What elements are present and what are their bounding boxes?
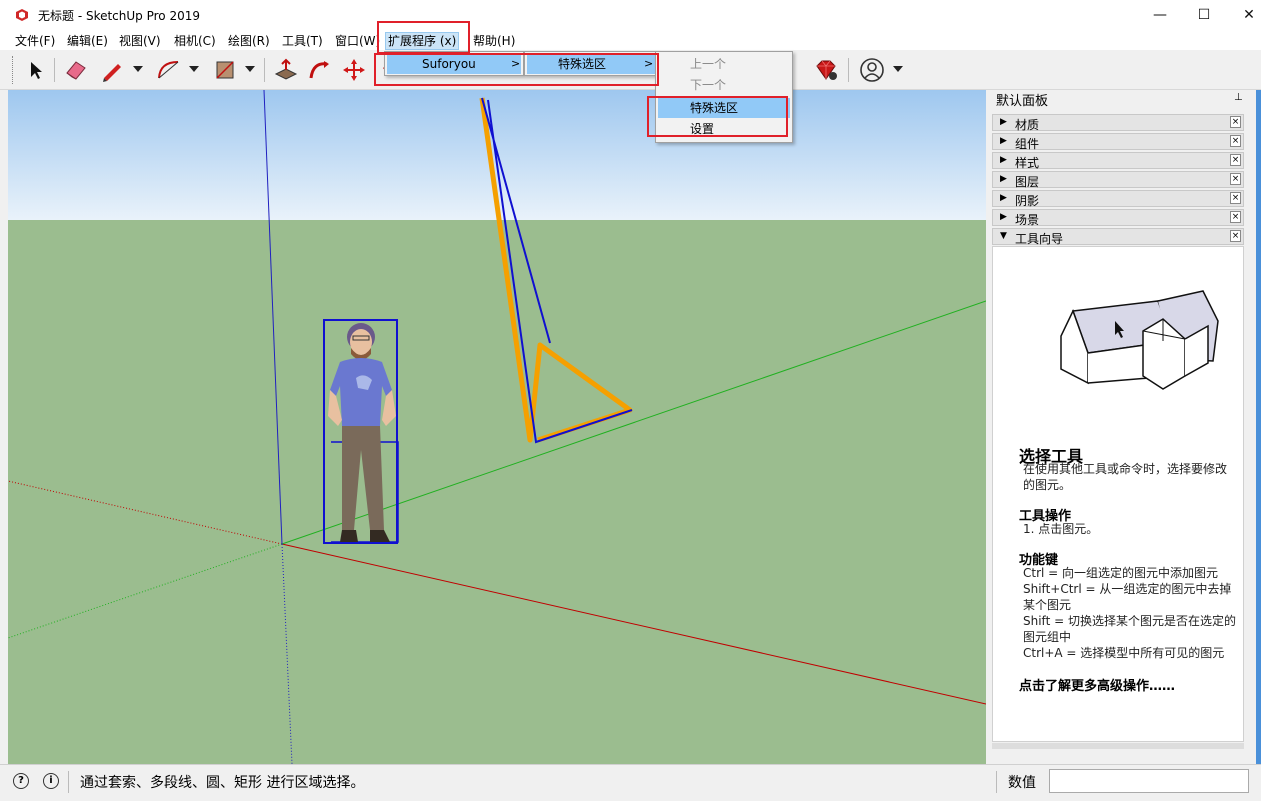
menu-view[interactable]: 视图(V) (117, 32, 163, 50)
status-separator (996, 771, 997, 793)
window-title: 无标题 - SketchUp Pro 2019 (38, 9, 200, 23)
move-icon[interactable] (340, 56, 368, 84)
modifier-key-ctrl-a: Ctrl+A = 选择模型中所有可见的图元 (1023, 646, 1225, 660)
status-separator (68, 771, 69, 793)
toolbar-separator (848, 58, 849, 82)
callout-submenu-path (374, 53, 659, 86)
tray-label: 图层 (1015, 175, 1040, 189)
info-icon[interactable]: i (43, 773, 59, 789)
chevron-down-icon[interactable] (133, 66, 143, 72)
pencil-line-icon[interactable] (98, 56, 126, 84)
default-tray: 默认面板 ⊥ ▶ 材质 × ▶ 组件 × ▶ 样式 × ▶ 图层 × ▶ 阴影 … (990, 90, 1261, 764)
close-icon[interactable]: × (1230, 192, 1241, 204)
modeling-viewport[interactable] (8, 90, 986, 764)
select-tool-illustration (1060, 290, 1219, 390)
chevron-down-icon[interactable] (245, 66, 255, 72)
tray-label: 材质 (1015, 118, 1040, 132)
tray-label: 组件 (1015, 137, 1040, 151)
ground-plane (8, 220, 986, 764)
user-account-icon[interactable] (858, 56, 886, 84)
chevron-down-icon[interactable] (189, 66, 199, 72)
toolbar-grip[interactable] (12, 56, 15, 84)
close-icon[interactable]: × (1230, 135, 1241, 147)
measurements-label: 数值 (1008, 775, 1036, 791)
toolbar-separator (264, 58, 265, 82)
close-window-button[interactable]: ✕ (1226, 0, 1261, 30)
menu-bar: 文件(F) 编辑(E) 视图(V) 相机(C) 绘图(R) 工具(T) 窗口(W… (0, 30, 1261, 50)
desktop-edge (1256, 90, 1261, 764)
sketchup-logo-icon (16, 9, 28, 21)
expand-triangle-icon: ▶ (1000, 136, 1007, 146)
callout-special-select (647, 96, 788, 137)
menu-item-label: 下一个 (690, 78, 727, 92)
expand-triangle-icon: ▶ (1000, 193, 1007, 203)
tray-materials[interactable]: ▶ 材质 × (992, 114, 1244, 132)
modifier-key-ctrl: Ctrl = 向一组选定的图元中添加图元 (1023, 566, 1219, 580)
close-icon[interactable]: × (1230, 154, 1241, 166)
shape-rect-icon[interactable] (211, 56, 239, 84)
menu-item-next[interactable]: 下一个 (658, 75, 790, 95)
callout-extensions-menu (377, 21, 470, 54)
menu-item-previous[interactable]: 上一个 (658, 54, 790, 74)
chevron-down-icon[interactable] (893, 66, 903, 72)
eraser-icon[interactable] (62, 56, 90, 84)
menu-edit[interactable]: 编辑(E) (65, 32, 110, 50)
close-icon[interactable]: × (1230, 230, 1241, 242)
expand-triangle-icon: ▶ (1000, 117, 1007, 127)
menu-tools[interactable]: 工具(T) (280, 32, 325, 50)
status-bar: ? i 通过套索、多段线、圆、矩形 进行区域选择。 数值 (0, 764, 1261, 801)
advanced-ops-link[interactable]: 点击了解更多高级操作…… (1019, 675, 1175, 694)
instructor-content: 选择工具 在使用其他工具或命令时，选择要修改的图元。 工具操作 1. 点击图元。… (992, 246, 1244, 742)
menu-item-label: 上一个 (690, 57, 727, 71)
horizontal-scrollbar[interactable] (992, 743, 1244, 749)
tray-label: 工具向导 (1015, 232, 1064, 246)
menu-window[interactable]: 窗口(W) (333, 32, 382, 50)
toolbar-separator (54, 58, 55, 82)
menu-help[interactable]: 帮助(H) (471, 32, 517, 50)
tray-shadows[interactable]: ▶ 阴影 × (992, 190, 1244, 208)
arc-icon[interactable] (155, 56, 183, 84)
title-bar: 无标题 - SketchUp Pro 2019 — ☐ ✕ (0, 0, 1261, 30)
tray-label: 样式 (1015, 156, 1040, 170)
expand-triangle-icon: ▶ (1000, 212, 1007, 222)
expand-triangle-icon: ▶ (1000, 174, 1007, 184)
ruby-gem-icon[interactable] (812, 56, 840, 84)
close-icon[interactable]: × (1230, 173, 1241, 185)
push-pull-icon[interactable] (272, 56, 300, 84)
select-arrow-icon[interactable] (22, 56, 50, 84)
geo-location-icon[interactable]: ? (13, 773, 29, 789)
collapse-triangle-icon: ▼ (1000, 231, 1007, 241)
menu-draw[interactable]: 绘图(R) (226, 32, 272, 50)
tray-instructor[interactable]: ▼ 工具向导 × (992, 228, 1244, 246)
modifier-key-shift-ctrl: Shift+Ctrl = 从一组选定的图元中去掉某个图元 (1023, 582, 1232, 612)
measurements-input[interactable] (1049, 769, 1249, 793)
tray-layers[interactable]: ▶ 图层 × (992, 171, 1244, 189)
minimize-button[interactable]: — (1137, 0, 1183, 30)
tray-scenes[interactable]: ▶ 场景 × (992, 209, 1244, 227)
tray-label: 阴影 (1015, 194, 1040, 208)
instructor-description: 在使用其他工具或命令时，选择要修改的图元。 (1023, 462, 1228, 492)
menu-camera[interactable]: 相机(C) (172, 32, 218, 50)
tray-label: 场景 (1015, 213, 1040, 227)
follow-me-icon[interactable] (306, 56, 334, 84)
expand-triangle-icon: ▶ (1000, 155, 1007, 165)
tray-components[interactable]: ▶ 组件 × (992, 133, 1244, 151)
menu-file[interactable]: 文件(F) (13, 32, 57, 50)
modifier-key-shift: Shift = 切换选择某个图元是否在选定的图元组中 (1023, 614, 1236, 644)
tray-styles[interactable]: ▶ 样式 × (992, 152, 1244, 170)
operations-text: 1. 点击图元。 (1023, 522, 1099, 536)
pin-icon[interactable]: ⊥ (1234, 92, 1243, 103)
close-icon[interactable]: × (1230, 211, 1241, 223)
scene-canvas[interactable] (8, 90, 986, 764)
status-hint: 通过套索、多段线、圆、矩形 进行区域选择。 (80, 775, 365, 791)
panel-title: 默认面板 (996, 94, 1049, 109)
close-icon[interactable]: × (1230, 116, 1241, 128)
maximize-button[interactable]: ☐ (1181, 0, 1227, 30)
